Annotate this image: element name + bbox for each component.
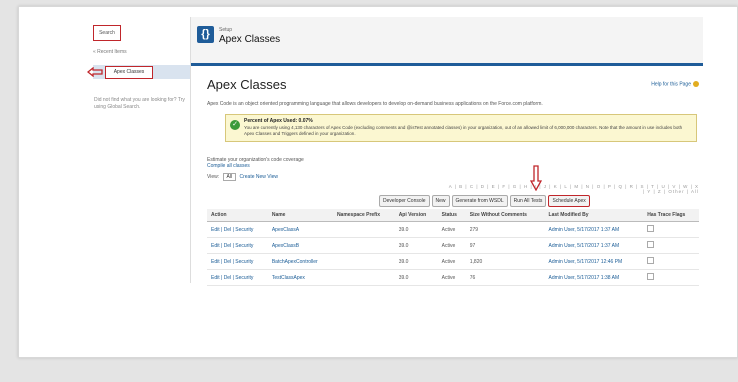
generate-wsdl-button[interactable]: Generate from WSDL: [451, 195, 508, 207]
sidebar-help-text: Did not find what you are looking for? T…: [94, 97, 185, 110]
status-cell: Active: [437, 237, 466, 254]
api-version-cell: 39.0: [394, 269, 438, 286]
row-actions[interactable]: Edit | Del | Security: [211, 243, 253, 249]
column-header[interactable]: Action: [207, 209, 268, 222]
button-row: Developer Console New Generate from WSDL Ru…: [379, 195, 592, 207]
column-header[interactable]: Api Version: [394, 209, 438, 222]
apex-class-logo-icon: {}: [197, 26, 214, 43]
status-cell: Active: [437, 221, 466, 238]
main-panel: {} Setup Apex Classes Apex Classes Help …: [190, 17, 703, 286]
help-link-label[interactable]: Help for this Page: [651, 81, 691, 87]
header-title: Apex Classes: [219, 34, 281, 45]
help-link[interactable]: Help for this Page: [651, 81, 699, 87]
class-name-link[interactable]: BatchApexController: [272, 259, 318, 265]
row-actions[interactable]: Edit | Del | Security: [211, 259, 253, 265]
size-cell: 279: [465, 221, 545, 238]
class-name-link[interactable]: ApexClassB: [272, 243, 299, 249]
setup-sidebar: Search « Recent Items Apex Classes Did n…: [19, 7, 190, 357]
column-header[interactable]: Namespace Prefix: [332, 209, 395, 222]
trace-flag-checkbox: [647, 225, 655, 232]
page-description: Apex Code is an object oriented programm…: [207, 101, 543, 107]
apex-classes-table: Action Name Namespace Prefix Api Version…: [207, 209, 699, 286]
size-cell: 76: [465, 269, 545, 286]
schedule-apex-button[interactable]: Schedule Apex: [548, 195, 590, 207]
api-version-cell: 39.0: [394, 221, 438, 238]
trace-flag-checkbox: [647, 241, 655, 248]
view-bar: View: All Create New View: [207, 173, 278, 181]
size-cell: 1,820: [465, 253, 545, 270]
trace-flag-checkbox: [647, 273, 655, 280]
column-header[interactable]: Has Trace Flags: [643, 209, 699, 222]
checkmark-icon: ✓: [230, 120, 240, 130]
compile-all-link[interactable]: Compile all classes: [207, 163, 250, 169]
modified-by-link[interactable]: Admin User, 5/17/2017 1:38 AM: [549, 275, 620, 281]
new-button[interactable]: New: [431, 195, 450, 207]
status-cell: Active: [437, 269, 466, 286]
message-body: You are currently using 4,130 characters…: [244, 125, 683, 136]
recent-items-link[interactable]: « Recent Items: [93, 49, 127, 55]
row-actions[interactable]: Edit | Del | Security: [211, 275, 253, 281]
developer-console-button[interactable]: Developer Console: [379, 195, 430, 207]
sidebar-item-apex-classes[interactable]: Apex Classes: [105, 66, 153, 79]
row-actions[interactable]: Edit | Del | Security: [211, 227, 253, 233]
column-header[interactable]: Last Modified By: [544, 209, 644, 222]
red-arrow-icon: [87, 67, 103, 77]
namespace-cell: [332, 221, 395, 238]
table-row: Edit | Del | Security ApexClassB 39.0 Ac…: [207, 237, 699, 254]
create-view-link[interactable]: Create New View: [239, 174, 278, 180]
screenshot-frame: Search « Recent Items Apex Classes Did n…: [18, 6, 738, 358]
page-title: Apex Classes: [207, 77, 287, 92]
namespace-cell: [332, 237, 395, 254]
table-row: Edit | Del | Security TestClassApex 39.0…: [207, 269, 699, 286]
modified-by-link[interactable]: Admin User, 5/17/2017 1:37 AM: [549, 227, 620, 233]
trace-flag-checkbox: [647, 257, 655, 264]
page-header: {} Setup Apex Classes: [191, 17, 703, 66]
column-header[interactable]: Name: [267, 209, 333, 222]
breadcrumb[interactable]: Setup: [219, 27, 232, 33]
run-all-tests-button[interactable]: Run All Tests: [509, 195, 547, 207]
namespace-cell: [332, 269, 395, 286]
table-row: Edit | Del | Security ApexClassA 39.0 Ac…: [207, 221, 699, 238]
modified-by-link[interactable]: Admin User, 5/17/2017 1:37 AM: [549, 243, 620, 249]
api-version-cell: 39.0: [394, 237, 438, 254]
alphabet-filter[interactable]: A | B | C | D | E | F | G | H | I | J | …: [447, 184, 699, 194]
namespace-cell: [332, 253, 395, 270]
status-cell: Active: [437, 253, 466, 270]
class-name-link[interactable]: TestClassApex: [272, 275, 305, 281]
table-header-row: Action Name Namespace Prefix Api Version…: [207, 209, 699, 222]
view-select[interactable]: All: [222, 173, 237, 181]
class-name-link[interactable]: ApexClassA: [272, 227, 299, 233]
modified-by-link[interactable]: Admin User, 5/17/2017 12:46 PM: [549, 259, 623, 265]
sidebar-search-box[interactable]: Search: [93, 25, 121, 41]
column-header[interactable]: Size Without Comments: [465, 209, 545, 222]
help-icon: [693, 81, 699, 87]
message-title: Percent of Apex Used: 0.07%: [244, 118, 313, 124]
table-row: Edit | Del | Security BatchApexControlle…: [207, 253, 699, 270]
info-message: ✓ Percent of Apex Used: 0.07% You are cu…: [225, 114, 697, 142]
view-label: View:: [207, 174, 220, 180]
column-header[interactable]: Status: [437, 209, 466, 222]
api-version-cell: 39.0: [394, 253, 438, 270]
size-cell: 97: [465, 237, 545, 254]
